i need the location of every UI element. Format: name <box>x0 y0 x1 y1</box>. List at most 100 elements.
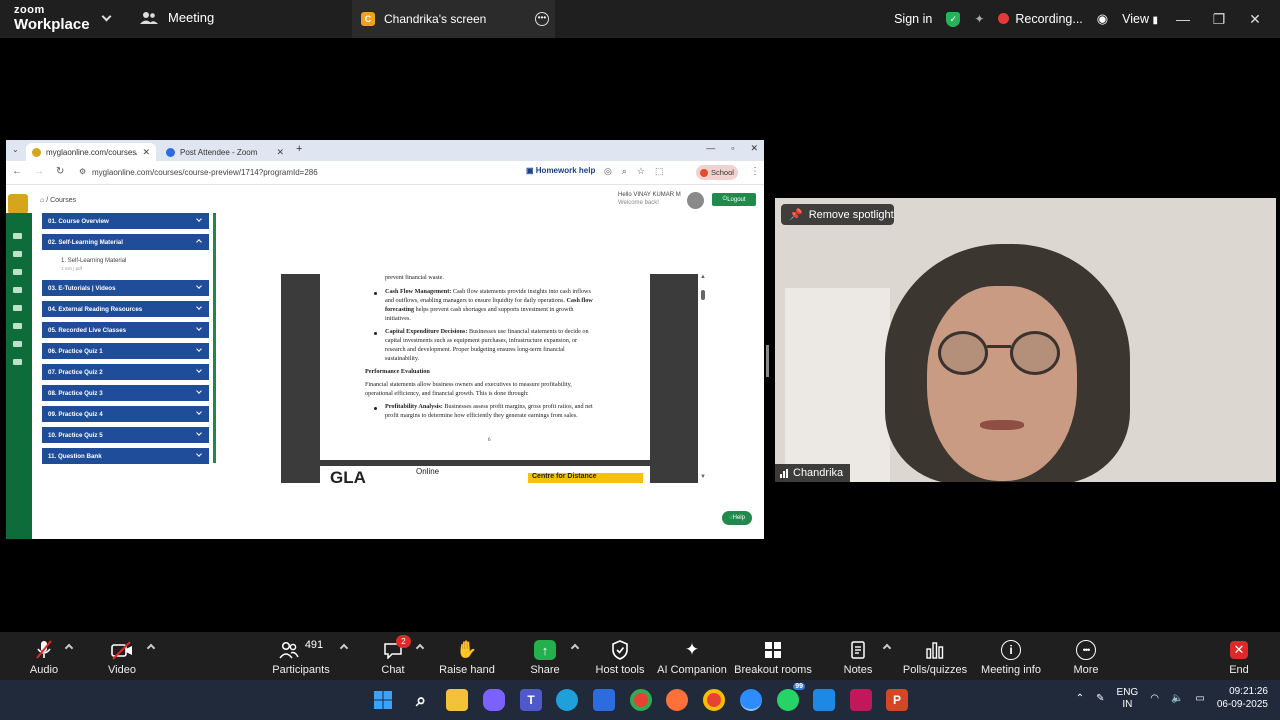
menu-item[interactable]: 09. Practice Quiz 4 <box>42 406 209 422</box>
restore-icon[interactable]: ▫ <box>731 143 734 154</box>
chat-button[interactable]: 2 Chat <box>379 635 411 679</box>
more-options-icon[interactable]: ••• <box>535 12 549 26</box>
screen-share-tab[interactable]: C Chandrika's screen ••• <box>352 0 555 38</box>
pen-icon[interactable]: ✎ <box>1096 693 1104 704</box>
menu-item[interactable]: 11. Question Bank <box>42 448 209 464</box>
video-button[interactable]: Video <box>105 639 139 679</box>
ai-companion-button[interactable]: ✦ AI Companion <box>656 639 728 679</box>
language-indicator[interactable]: ENG IN <box>1117 687 1139 711</box>
menu-item[interactable]: 07. Practice Quiz 2 <box>42 364 209 380</box>
sparkle-icon[interactable]: ✦ <box>974 12 984 26</box>
menu-item[interactable]: 06. Practice Quiz 1 <box>42 343 209 359</box>
remove-spotlight-button[interactable]: 📌 Remove spotlight <box>781 204 894 225</box>
gla-logo[interactable] <box>8 194 28 214</box>
sign-in-button[interactable]: Sign in <box>894 12 932 26</box>
chat-options-caret-icon[interactable] <box>415 643 425 653</box>
meeting-info-button[interactable]: i Meeting info <box>980 639 1042 679</box>
notes-button[interactable]: Notes <box>842 639 874 679</box>
tab-close-icon[interactable]: ✕ <box>276 147 284 158</box>
host-tools-button[interactable]: Host tools <box>594 639 646 679</box>
snipping-tool-icon[interactable] <box>850 689 872 711</box>
menu-item[interactable]: 05. Recorded Live Classes <box>42 322 209 338</box>
menu-item[interactable]: 03. E-Tutorials | Videos <box>42 280 209 296</box>
breakout-rooms-button[interactable]: Breakout rooms <box>734 639 812 679</box>
rail-live-icon[interactable] <box>13 269 22 275</box>
reload-icon[interactable]: ↻ <box>56 166 64 177</box>
participant-video[interactable]: 📌 Remove spotlight Chandrika <box>775 198 1276 482</box>
new-tab-icon[interactable]: + <box>296 143 302 155</box>
rail-exam-icon[interactable] <box>13 305 22 311</box>
menu-item[interactable]: 08. Practice Quiz 3 <box>42 385 209 401</box>
rail-calendar-icon[interactable] <box>13 287 22 293</box>
restore-icon[interactable]: ❐ <box>1208 11 1230 28</box>
back-arrow-icon[interactable]: ← <box>12 166 22 177</box>
minimize-icon[interactable]: — <box>706 143 715 154</box>
audio-options-caret-icon[interactable] <box>64 643 74 653</box>
tab-close-icon[interactable]: ✕ <box>142 147 150 158</box>
meeting-tab[interactable]: Meeting <box>140 10 214 25</box>
extensions-icon[interactable]: ⬚ <box>655 166 664 177</box>
url-field[interactable]: myglaonline.com/courses/course-preview/1… <box>92 168 318 177</box>
menu-item[interactable]: 10. Practice Quiz 5 <box>42 427 209 443</box>
menu-item[interactable]: 02. Self-Learning Material <box>42 234 209 250</box>
tab-list-chevron-icon[interactable]: ⌄ <box>12 145 19 154</box>
file-explorer-icon[interactable] <box>446 689 468 711</box>
pdf-scrollbar[interactable]: ▲ ▼ <box>698 274 708 483</box>
photos-icon[interactable] <box>813 689 835 711</box>
chrome-icon[interactable] <box>630 689 652 711</box>
windows-start-icon[interactable] <box>372 689 394 711</box>
help-button[interactable]: ◌ Help <box>722 511 752 525</box>
close-icon[interactable]: ✕ <box>750 143 758 154</box>
participants-button[interactable]: 491 Participants <box>272 639 330 679</box>
battery-icon[interactable]: ▭ <box>1195 693 1204 704</box>
teams-icon[interactable]: T <box>520 689 542 711</box>
menu-item[interactable]: 01. Course Overview <box>42 213 209 229</box>
participants-options-caret-icon[interactable] <box>339 643 349 653</box>
audio-button[interactable]: Audio <box>28 639 60 679</box>
more-button[interactable]: ••• More <box>1070 639 1102 679</box>
end-button[interactable]: ✕ End <box>1225 639 1253 679</box>
wifi-icon[interactable]: ◠ <box>1150 693 1159 704</box>
raise-hand-button[interactable]: ✋ Raise hand <box>439 639 495 679</box>
homework-help-button[interactable]: ▣ Homework help <box>526 166 595 175</box>
edge-icon[interactable] <box>556 689 578 711</box>
powerpoint-icon[interactable]: P <box>886 689 908 711</box>
share-options-caret-icon[interactable] <box>570 643 580 653</box>
rail-support-icon[interactable] <box>13 359 22 365</box>
bookmark-star-icon[interactable]: ☆ <box>637 166 645 177</box>
clock[interactable]: 09:21:26 06-09-2025 <box>1217 686 1268 711</box>
browser-tab-zoom[interactable]: Post Attendee - Zoom ✕ <box>160 143 290 161</box>
share-button[interactable]: ↑ Share <box>528 639 562 679</box>
menu-item[interactable]: 04. External Reading Resources <box>42 301 209 317</box>
copilot-icon[interactable] <box>483 689 505 711</box>
record-control-icon[interactable]: ◉ <box>1097 11 1108 27</box>
browser-menu-icon[interactable]: ⋮ <box>750 166 760 177</box>
scroll-up-icon[interactable]: ▲ <box>700 274 706 280</box>
zoom-workplace-logo[interactable]: zoom Workplace <box>14 5 90 33</box>
chevron-down-icon[interactable] <box>101 11 112 22</box>
scroll-thumb[interactable] <box>701 290 705 300</box>
show-hidden-icons-chevron-icon[interactable]: ⌃ <box>1076 693 1084 704</box>
scroll-down-icon[interactable]: ▼ <box>700 474 706 480</box>
search-icon[interactable]: ⌕ <box>410 689 432 711</box>
encryption-shield-icon[interactable]: ✓ <box>946 11 961 27</box>
logout-button[interactable]: ⏻ Logout <box>712 193 756 206</box>
video-options-caret-icon[interactable] <box>146 643 156 653</box>
avatar[interactable] <box>687 192 704 209</box>
recording-indicator[interactable]: Recording... <box>998 12 1083 26</box>
minimize-icon[interactable]: — <box>1172 11 1194 27</box>
submenu-item[interactable]: 1. Self-Learning Material <box>61 258 126 264</box>
close-icon[interactable]: ✕ <box>1244 11 1266 28</box>
breadcrumb[interactable]: ⌂ / Courses <box>40 197 76 204</box>
zoom-app-icon[interactable] <box>740 689 762 711</box>
zoom-icon[interactable]: ⌕ <box>622 166 627 177</box>
split-resize-handle[interactable] <box>766 345 769 377</box>
view-button[interactable]: View ▮ <box>1122 12 1158 26</box>
polls-button[interactable]: Polls/quizzes <box>903 639 967 679</box>
store-icon[interactable] <box>593 689 615 711</box>
browser-tab-course[interactable]: myglaonline.com/courses/cour ✕ <box>26 143 156 161</box>
rail-dashboard-icon[interactable] <box>13 233 22 239</box>
profile-school-button[interactable]: School <box>696 165 738 180</box>
chrome-profile-icon[interactable] <box>703 689 725 711</box>
rail-courses-icon[interactable] <box>13 251 22 257</box>
